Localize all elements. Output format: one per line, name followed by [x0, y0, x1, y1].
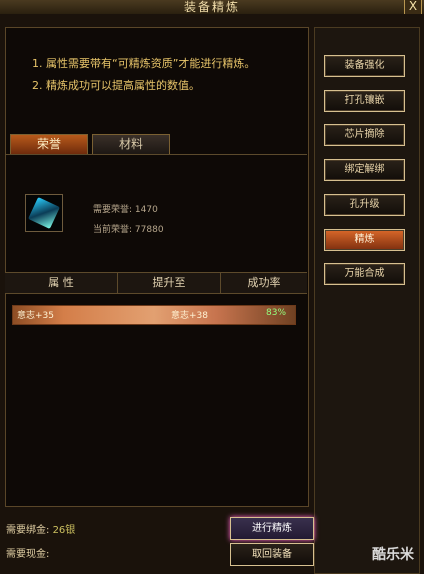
- header-success-rate: 成功率: [247, 276, 281, 289]
- refine-button[interactable]: 进行精炼: [230, 517, 314, 540]
- table-row[interactable]: 意志+35 意志+38 83%: [12, 305, 296, 325]
- bind-gold-label: 需要绑金:: [6, 525, 50, 536]
- required-honor-title: 需要荣誉:: [93, 205, 133, 215]
- sidebar-button-refine[interactable]: 精炼: [324, 229, 405, 251]
- header-upgrade-to: 提升至: [152, 276, 186, 289]
- content-divider: [5, 154, 307, 155]
- required-honor-value: 1470: [134, 205, 158, 215]
- stats-table-header: 属 性 提升至 成功率: [5, 272, 307, 294]
- header-attribute: 属 性: [48, 276, 74, 289]
- title-bar: 装备精炼 X: [0, 0, 424, 15]
- sidebar-button-socket[interactable]: 打孔镶嵌: [324, 90, 405, 112]
- instruction-line-2: 2. 精炼成功可以提高属性的数值。: [32, 79, 200, 92]
- row-attribute: 意志+35: [17, 311, 54, 321]
- sidebar-button-socket-upgrade[interactable]: 孔升级: [324, 194, 405, 216]
- row-success-rate: 83%: [266, 308, 287, 318]
- row-upgrade-to: 意志+38: [171, 311, 208, 321]
- instruction-line-1: 1. 属性需要带有“可精炼资质”才能进行精炼。: [32, 57, 256, 70]
- sidebar-button-strengthen[interactable]: 装备强化: [324, 55, 405, 77]
- current-honor-title: 当前荣誉:: [93, 225, 133, 235]
- equipment-slot[interactable]: [25, 194, 63, 232]
- window-title: 装备精炼: [183, 0, 240, 14]
- sidebar-button-universal-synthesis[interactable]: 万能合成: [324, 263, 405, 285]
- retrieve-equipment-button[interactable]: 取回装备: [230, 543, 314, 566]
- close-button[interactable]: X: [404, 0, 422, 15]
- required-honor-label: 需要荣誉: 1470: [93, 202, 158, 215]
- sidebar-button-chip-remove[interactable]: 芯片摘除: [324, 124, 405, 146]
- instruction-text: 1. 属性需要带有“可精炼资质”才能进行精炼。 2. 精炼成功可以提高属性的数值…: [32, 55, 255, 99]
- bind-gold-line: 需要绑金: 26银: [6, 521, 75, 536]
- tab-honor[interactable]: 荣誉: [10, 134, 88, 155]
- tab-material[interactable]: 材料: [92, 134, 170, 155]
- bind-gold-value: 26银: [52, 525, 76, 536]
- cash-line: 需要现金:: [6, 545, 49, 560]
- sidebar-button-bind-unbind[interactable]: 绑定解绑: [324, 159, 405, 181]
- cash-label: 需要现金:: [6, 549, 50, 560]
- weapon-icon: [28, 197, 60, 229]
- watermark: 酷乐米: [372, 547, 414, 563]
- refine-panel: [5, 27, 309, 507]
- current-honor-label: 当前荣誉: 77880: [93, 222, 164, 235]
- current-honor-value: 77880: [134, 225, 164, 235]
